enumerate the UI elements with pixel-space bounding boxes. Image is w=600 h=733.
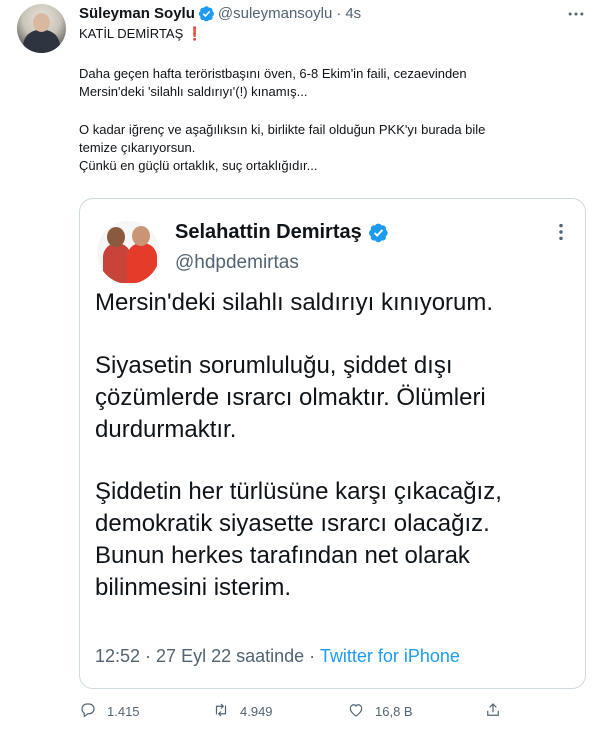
- like-count: 16,8 B: [375, 703, 413, 719]
- header-separator: ·: [336, 4, 342, 22]
- share-button[interactable]: [484, 700, 502, 722]
- meta-separator: ·: [309, 646, 316, 666]
- tweet-line: O kadar iğrenç ve aşağılıksın ki, birlik…: [79, 122, 486, 137]
- author-name[interactable]: Süleyman Soylu: [79, 5, 195, 22]
- reply-count: 1.415: [107, 703, 140, 719]
- avatar-figure: [23, 30, 60, 53]
- quote-line: çözümlerde ısrarcı olmaktır. Ölümleri: [95, 384, 486, 411]
- avatar[interactable]: [17, 4, 66, 53]
- like-button[interactable]: 16,8 B: [347, 700, 413, 722]
- quote-meta: 12:52 · 27 Eyl 22 saatinde · Twitter for…: [95, 646, 460, 667]
- verified-icon: [198, 5, 215, 22]
- tweet-line: Çünkü en güçlü ortaklık, suç ortaklığıdı…: [79, 158, 318, 173]
- avatar-head: [33, 13, 50, 32]
- embedded-tweet-card[interactable]: Selahattin Demirtaş @hdpdemirtas Mersin'…: [79, 198, 586, 689]
- tweet[interactable]: Süleyman Soylu @suleymansoylu · 4s KATİL…: [0, 0, 600, 733]
- tweet-line: Daha geçen hafta teröristbaşını öven, 6-…: [79, 66, 467, 81]
- quote-line: Siyasetin sorumluluğu, şiddet dışı: [95, 352, 453, 379]
- share-icon: [484, 701, 502, 722]
- quote-text: Mersin'deki silahlı saldırıyı kınıyorum.…: [95, 287, 575, 604]
- quote-line: Bunun herkes tarafından net olarak: [95, 542, 470, 569]
- verified-icon: [368, 222, 389, 243]
- tweet-text: KATİL DEMİRTAŞ ❗ Daha geçen hafta teröri…: [79, 25, 579, 175]
- tweet-header: Süleyman Soylu @suleymansoylu · 4s: [79, 3, 361, 23]
- author-handle[interactable]: @suleymansoylu: [218, 5, 332, 22]
- quote-author[interactable]: Selahattin Demirtaş: [175, 221, 392, 244]
- quote-source-link[interactable]: Twitter for iPhone: [320, 646, 460, 666]
- retweet-count: 4.949: [240, 703, 273, 719]
- retweet-icon: [212, 701, 230, 722]
- quote-timestamp[interactable]: 12:52 · 27 Eyl 22 saatinde: [95, 646, 304, 666]
- reply-button[interactable]: 1.415: [79, 700, 140, 722]
- tweet-line: Mersin'deki 'silahlı saldırıyı'(!) kınam…: [79, 84, 308, 99]
- more-icon[interactable]: [566, 4, 586, 24]
- quote-line: Mersin'deki silahlı saldırıyı kınıyorum.: [95, 289, 494, 316]
- quote-author-handle[interactable]: @hdpdemirtas: [175, 252, 299, 274]
- heart-icon: [347, 701, 365, 722]
- reply-icon: [79, 701, 97, 722]
- avatar-head: [107, 227, 125, 247]
- quote-line: demokratik siyasette ısrarcı olacağız.: [95, 510, 490, 537]
- quote-avatar[interactable]: [97, 221, 160, 284]
- action-bar: 1.415 4.949 16,8 B: [79, 700, 509, 722]
- quote-more-icon[interactable]: [550, 221, 572, 243]
- retweet-button[interactable]: 4.949: [212, 700, 273, 722]
- quote-author-name[interactable]: Selahattin Demirtaş: [175, 221, 362, 244]
- quote-line: bilinmesini isterim.: [95, 574, 292, 601]
- quote-line: durdurmaktır.: [95, 416, 237, 443]
- tweet-headline: KATİL DEMİRTAŞ ❗: [79, 25, 579, 43]
- tweet-line: KATİL DEMİRTAŞ: [79, 26, 184, 41]
- quote-line: Şiddetin her türlüsüne karşı çıkacağız,: [95, 478, 502, 505]
- avatar-head: [132, 226, 150, 246]
- tweet-time[interactable]: 4s: [345, 5, 361, 22]
- avatar-figure: [127, 243, 157, 283]
- tweet-line: temize çıkarıyorsun.: [79, 140, 196, 155]
- exclamation-icon: ❗: [186, 26, 204, 41]
